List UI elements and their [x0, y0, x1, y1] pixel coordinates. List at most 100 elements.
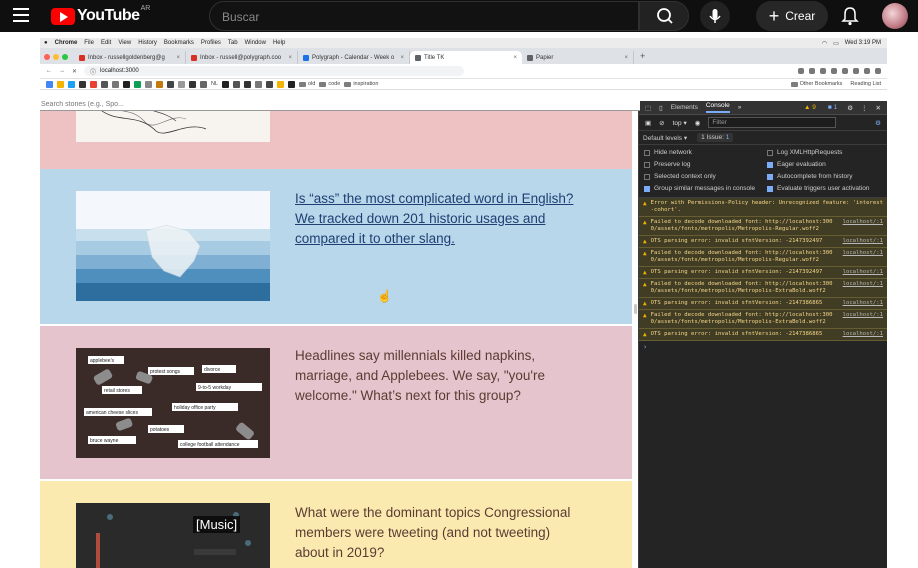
clock[interactable]: Wed 3:19 PM [845, 40, 881, 46]
avatar[interactable] [882, 3, 908, 29]
info-count-badge[interactable]: ■ 1 [826, 104, 839, 111]
console-warning[interactable]: ▲ Error with Permissions-Policy header: U… [639, 198, 887, 217]
iceberg-illustration[interactable] [76, 191, 270, 301]
youtube-search-input[interactable]: Buscar [209, 1, 639, 31]
tab-elements[interactable]: Elements [671, 104, 698, 111]
bookmark-icon[interactable] [266, 80, 274, 88]
apple-icon[interactable]: ● [44, 40, 48, 46]
bookmark-folder-old[interactable]: old [299, 81, 315, 87]
source-link[interactable]: localhost/:1 [843, 281, 883, 295]
story-search-input[interactable]: Search stories (e.g., Spo... [40, 101, 640, 111]
log-levels-dropdown[interactable]: Default levels ▾ [643, 134, 687, 142]
browser-tab[interactable]: Papier × [522, 51, 634, 64]
setting-user-activation[interactable]: Evaluate triggers user activation [767, 185, 890, 193]
bookmark-icon[interactable] [79, 80, 86, 88]
story-headline[interactable]: What were the dominant topics Congressio… [295, 503, 585, 563]
reading-list[interactable]: Reading List [850, 81, 881, 87]
bookmark-icon[interactable] [101, 80, 108, 88]
console-warning[interactable]: ▲ Failed to decode downloaded font: http:… [639, 248, 887, 267]
bookmark-icon[interactable] [57, 80, 64, 88]
eye-icon[interactable]: ◉ [695, 119, 701, 127]
console-warning[interactable]: ▲ OTS parsing error: invalid sfntVersion:… [639, 267, 887, 279]
console-warning[interactable]: ▲ Failed to decode downloaded font: http:… [639, 217, 887, 236]
setting-group-similar[interactable]: Group similar messages in console [644, 185, 767, 193]
setting-eager-evaluation[interactable]: Eager evaluation [767, 161, 890, 169]
search-button[interactable] [639, 1, 689, 31]
sidebar-toggle-icon[interactable]: ▣ [645, 119, 651, 127]
filter-input[interactable]: Filter [708, 117, 837, 128]
bookmark-icon[interactable] [178, 80, 185, 88]
close-window-button[interactable] [44, 54, 50, 60]
voice-search-button[interactable] [700, 1, 730, 31]
source-link[interactable]: localhost/:1 [843, 300, 883, 307]
extension-icon[interactable] [875, 68, 881, 74]
checkbox[interactable] [767, 150, 773, 156]
warnings-count-badge[interactable]: ▲ 9 [802, 104, 818, 111]
menu-view[interactable]: View [118, 40, 131, 46]
menu-tab[interactable]: Tab [228, 40, 238, 46]
source-link[interactable]: localhost/:1 [843, 219, 883, 233]
source-link[interactable]: localhost/:1 [843, 250, 883, 264]
setting-log-xhr[interactable]: Log XMLHttpRequests [767, 149, 890, 157]
checkbox-checked[interactable] [767, 186, 773, 192]
bookmark-nl[interactable]: NL [211, 81, 218, 87]
inspect-icon[interactable]: ⬚ [645, 104, 651, 112]
hamburger-menu-icon[interactable] [13, 8, 29, 22]
youtube-logo[interactable]: YouTube AR [51, 5, 150, 25]
setting-preserve-log[interactable]: Preserve log [644, 161, 767, 169]
source-link[interactable]: localhost/:1 [843, 312, 883, 326]
wifi-icon[interactable]: ◠ [822, 40, 827, 47]
source-link[interactable]: localhost/:1 [843, 238, 883, 245]
extension-icon[interactable] [864, 68, 870, 74]
menu-edit[interactable]: Edit [101, 40, 111, 46]
bookmark-folder-code[interactable]: code [319, 81, 340, 87]
congress-tweets-illustration[interactable] [76, 503, 270, 568]
close-icon[interactable]: × [400, 55, 404, 61]
bookmark-icon[interactable] [145, 80, 152, 88]
checkbox[interactable] [644, 174, 650, 180]
checkbox[interactable] [644, 162, 650, 168]
menu-app-name[interactable]: Chrome [55, 40, 78, 46]
reload-icon[interactable]: ✕ [72, 68, 77, 75]
console-warning[interactable]: ▲ OTS parsing error: invalid sfntVersion:… [639, 329, 887, 341]
bookmark-icon[interactable] [167, 80, 174, 88]
menu-file[interactable]: File [84, 40, 94, 46]
address-bar[interactable]: ⓘ localhost:3000 [84, 66, 465, 76]
notifications-bell-icon[interactable] [840, 5, 860, 27]
create-button[interactable]: + Crear [756, 1, 828, 31]
close-icon[interactable]: × [624, 55, 628, 61]
browser-tab[interactable]: Polygraph - Calendar - Week o × [298, 51, 410, 64]
bookmark-icon[interactable] [123, 80, 130, 88]
bookmark-icon[interactable] [156, 80, 163, 88]
story-card[interactable]: Is “ass” the most complicated word in En… [40, 169, 632, 326]
close-icon[interactable]: × [288, 55, 292, 61]
more-options-icon[interactable]: ⋮ [861, 104, 868, 112]
story-headline[interactable]: Headlines say millennials killed napkins… [295, 346, 585, 406]
zoom-window-button[interactable] [62, 54, 68, 60]
browser-tab[interactable]: Inbox - russell@polygraph.coo × [186, 51, 298, 64]
menu-help[interactable]: Help [273, 40, 285, 46]
extension-icon[interactable] [820, 68, 826, 74]
story-card[interactable]: applebee's protest songs divorce retail … [40, 326, 632, 481]
bookmark-icon[interactable] [46, 80, 53, 88]
scrollbar-handle[interactable] [634, 304, 637, 314]
menu-bookmarks[interactable]: Bookmarks [164, 40, 194, 46]
console-prompt[interactable]: › [639, 341, 887, 353]
bookmark-icon[interactable] [200, 80, 207, 88]
bookmark-icon[interactable] [68, 80, 75, 88]
console-warning[interactable]: ▲ OTS parsing error: invalid sfntVersion:… [639, 298, 887, 310]
minimize-window-button[interactable] [53, 54, 59, 60]
back-arrow-icon[interactable]: ← [46, 68, 52, 74]
bookmark-icon[interactable] [288, 80, 296, 88]
extension-icon[interactable] [798, 68, 804, 74]
device-toolbar-icon[interactable]: ▯ [659, 104, 663, 112]
bookmark-icon[interactable] [134, 80, 141, 88]
menu-profiles[interactable]: Profiles [201, 40, 221, 46]
more-tabs-icon[interactable]: » [738, 104, 742, 111]
checkbox-checked[interactable] [767, 162, 773, 168]
extension-icon[interactable] [831, 68, 837, 74]
checkbox-checked[interactable] [767, 174, 773, 180]
battery-icon[interactable]: ▭ [833, 40, 839, 47]
story-card[interactable]: What were the dominant topics Congressio… [40, 481, 632, 568]
bookmark-icon[interactable] [255, 80, 263, 88]
